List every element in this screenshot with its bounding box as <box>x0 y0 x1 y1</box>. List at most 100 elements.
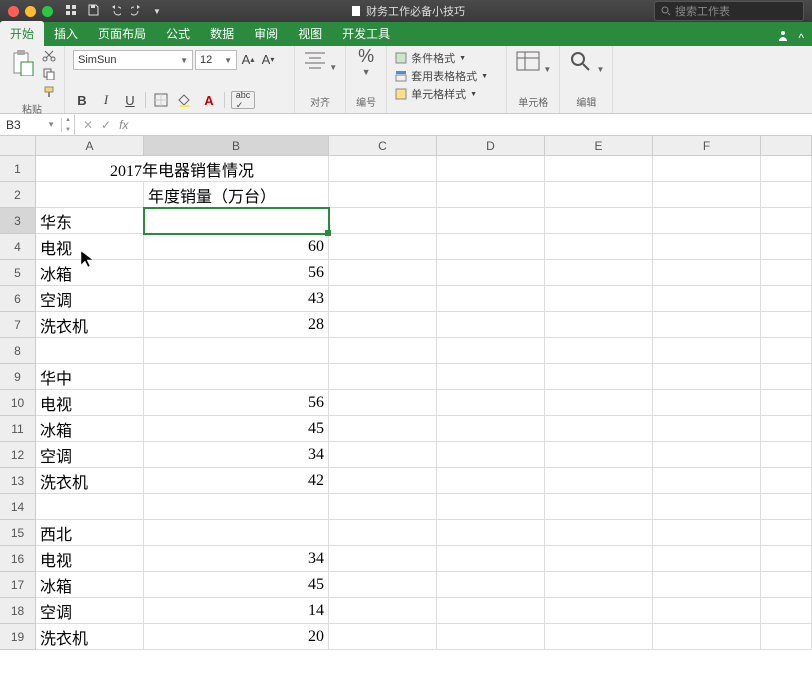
cell-d9[interactable] <box>437 364 545 390</box>
cell-a14[interactable] <box>36 494 144 520</box>
cell-b15[interactable] <box>144 520 329 546</box>
cell-a15[interactable]: 西北 <box>36 520 144 546</box>
row-header-8[interactable]: 8 <box>0 338 36 364</box>
cell-f11[interactable] <box>653 416 761 442</box>
cell-g17[interactable] <box>761 572 812 598</box>
cell-d17[interactable] <box>437 572 545 598</box>
cell-title[interactable]: 2017年电器销售情况 <box>36 156 329 182</box>
cell-c4[interactable] <box>329 234 437 260</box>
cells-button[interactable]: ▼ <box>515 50 551 75</box>
col-header-f[interactable]: F <box>653 136 761 156</box>
font-size-combo[interactable]: 12▼ <box>195 50 237 70</box>
cell-c15[interactable] <box>329 520 437 546</box>
save-icon[interactable] <box>87 4 99 19</box>
col-header-e[interactable]: E <box>545 136 653 156</box>
cell-d11[interactable] <box>437 416 545 442</box>
tab-insert[interactable]: 插入 <box>44 21 88 46</box>
row-header-6[interactable]: 6 <box>0 286 36 312</box>
cell-d6[interactable] <box>437 286 545 312</box>
cell-g16[interactable] <box>761 546 812 572</box>
cell-a16[interactable]: 电视 <box>36 546 144 572</box>
row-header-3[interactable]: 3 <box>0 208 36 234</box>
cell-e16[interactable] <box>545 546 653 572</box>
cell-g10[interactable] <box>761 390 812 416</box>
cell-g19[interactable] <box>761 624 812 650</box>
italic-button[interactable]: I <box>97 91 115 109</box>
cell-a11[interactable]: 冰箱 <box>36 416 144 442</box>
cell-c12[interactable] <box>329 442 437 468</box>
col-header-g[interactable] <box>761 136 812 156</box>
col-header-c[interactable]: C <box>329 136 437 156</box>
cell-a8[interactable] <box>36 338 144 364</box>
cell-a12[interactable]: 空调 <box>36 442 144 468</box>
cell-f14[interactable] <box>653 494 761 520</box>
cell-g1[interactable] <box>761 156 812 182</box>
row-header-2[interactable]: 2 <box>0 182 36 208</box>
cell-f2[interactable] <box>653 182 761 208</box>
cell-f17[interactable] <box>653 572 761 598</box>
cell-b3[interactable] <box>144 208 329 234</box>
cell-d14[interactable] <box>437 494 545 520</box>
cell-f19[interactable] <box>653 624 761 650</box>
cell-g8[interactable] <box>761 338 812 364</box>
cell-g2[interactable] <box>761 182 812 208</box>
cell-c11[interactable] <box>329 416 437 442</box>
row-header-15[interactable]: 15 <box>0 520 36 546</box>
cell-e5[interactable] <box>545 260 653 286</box>
decrease-font-icon[interactable]: A▾ <box>259 50 277 68</box>
cell-g18[interactable] <box>761 598 812 624</box>
name-box[interactable]: B3▼ <box>0 118 62 132</box>
collapse-ribbon-icon[interactable]: ^ <box>798 31 804 45</box>
cell-c2[interactable] <box>329 182 437 208</box>
cell-b7[interactable]: 28 <box>144 312 329 338</box>
cell-a10[interactable]: 电视 <box>36 390 144 416</box>
cell-d18[interactable] <box>437 598 545 624</box>
cell-f10[interactable] <box>653 390 761 416</box>
maximize-window-button[interactable] <box>42 6 53 17</box>
cell-g6[interactable] <box>761 286 812 312</box>
cell-g14[interactable] <box>761 494 812 520</box>
cell-g3[interactable] <box>761 208 812 234</box>
cell-c18[interactable] <box>329 598 437 624</box>
close-window-button[interactable] <box>8 6 19 17</box>
cell-c13[interactable] <box>329 468 437 494</box>
cell-style-button[interactable]: 单元格样式▼ <box>395 86 498 102</box>
cell-d10[interactable] <box>437 390 545 416</box>
cell-b13[interactable]: 42 <box>144 468 329 494</box>
cell-a18[interactable]: 空调 <box>36 598 144 624</box>
cell-c17[interactable] <box>329 572 437 598</box>
cell-c5[interactable] <box>329 260 437 286</box>
row-header-19[interactable]: 19 <box>0 624 36 650</box>
confirm-formula-icon[interactable]: ✓ <box>101 118 111 132</box>
cell-a17[interactable]: 冰箱 <box>36 572 144 598</box>
cell-e17[interactable] <box>545 572 653 598</box>
cell-a3[interactable]: 华东 <box>36 208 144 234</box>
find-button[interactable]: ▼ <box>568 50 604 75</box>
cell-a6[interactable]: 空调 <box>36 286 144 312</box>
row-header-5[interactable]: 5 <box>0 260 36 286</box>
tab-view[interactable]: 视图 <box>288 21 332 46</box>
cell-b6[interactable]: 43 <box>144 286 329 312</box>
cell-c1[interactable] <box>329 156 437 182</box>
cell-b2[interactable]: 年度销量（万台） <box>144 182 329 208</box>
cell-e6[interactable] <box>545 286 653 312</box>
cell-g7[interactable] <box>761 312 812 338</box>
row-header-18[interactable]: 18 <box>0 598 36 624</box>
cell-d19[interactable] <box>437 624 545 650</box>
cell-c19[interactable] <box>329 624 437 650</box>
cell-a2[interactable] <box>36 182 144 208</box>
font-name-combo[interactable]: SimSun▼ <box>73 50 193 70</box>
cell-g15[interactable] <box>761 520 812 546</box>
cell-f3[interactable] <box>653 208 761 234</box>
cell-b14[interactable] <box>144 494 329 520</box>
row-header-10[interactable]: 10 <box>0 390 36 416</box>
undo-icon[interactable] <box>109 4 121 19</box>
cell-e4[interactable] <box>545 234 653 260</box>
share-icon[interactable] <box>776 29 790 46</box>
cell-b19[interactable]: 20 <box>144 624 329 650</box>
cell-e3[interactable] <box>545 208 653 234</box>
cell-f12[interactable] <box>653 442 761 468</box>
col-header-d[interactable]: D <box>437 136 545 156</box>
cell-a5[interactable]: 冰箱 <box>36 260 144 286</box>
cell-g9[interactable] <box>761 364 812 390</box>
